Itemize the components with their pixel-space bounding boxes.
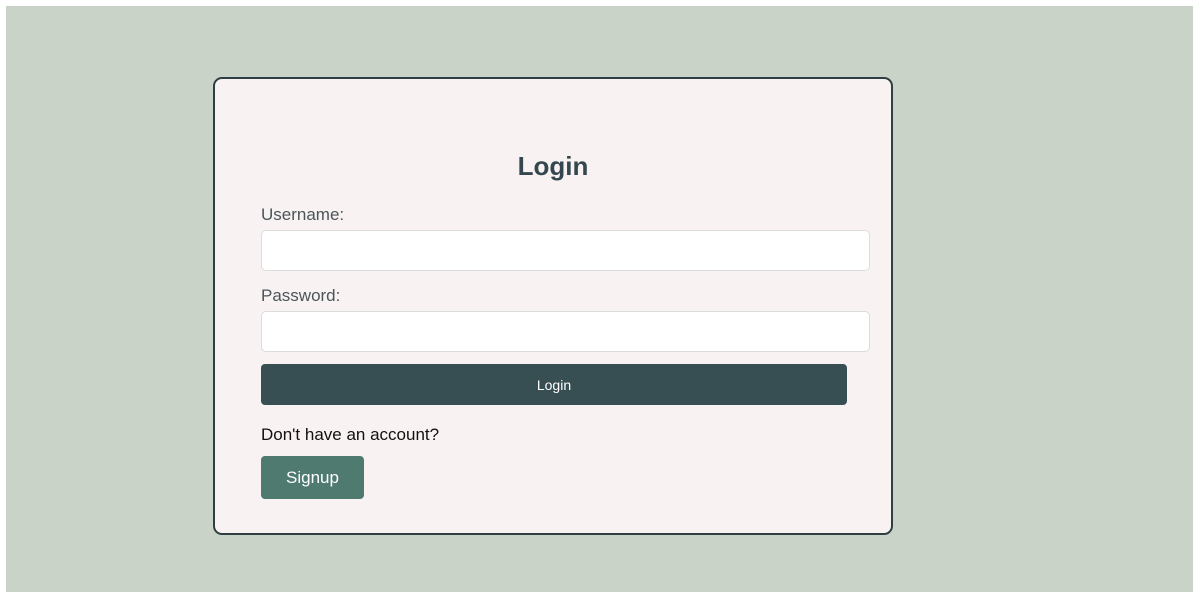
login-title: Login	[517, 151, 589, 181]
page-background: Login Username: Password: Login Don't ha…	[6, 6, 1193, 592]
username-input[interactable]	[261, 230, 870, 271]
signup-button[interactable]: Signup	[261, 456, 364, 499]
signup-prompt: Don't have an account?	[261, 425, 440, 444]
username-label: Username:	[261, 205, 345, 224]
login-button[interactable]: Login	[261, 364, 847, 405]
password-input[interactable]	[261, 311, 870, 352]
login-card: Login Username: Password: Login Don't ha…	[213, 77, 893, 535]
password-label: Password:	[261, 286, 341, 305]
